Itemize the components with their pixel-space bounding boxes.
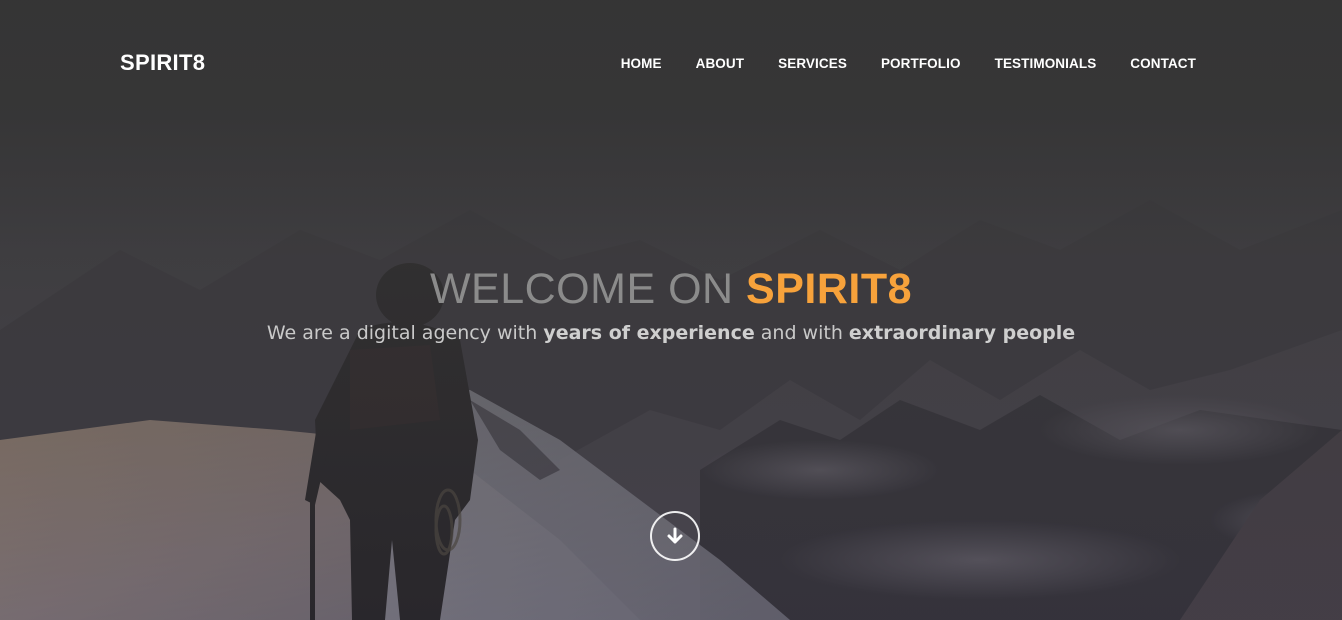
top-navbar: SPIRIT8 HOME ABOUT SERVICES PORTFOLIO TE… [0,0,1342,128]
scroll-down-button[interactable] [650,511,700,561]
subtitle-bold-2: extraordinary people [848,322,1076,344]
subtitle-bold-1: years of experience [543,322,755,344]
hero-section: SPIRIT8 HOME ABOUT SERVICES PORTFOLIO TE… [0,0,1342,620]
subtitle-text-2: and with [754,322,849,344]
nav-item-testimonials[interactable]: TESTIMONIALS [995,56,1097,71]
nav-item-about[interactable]: ABOUT [696,56,745,71]
nav-item-contact[interactable]: CONTACT [1130,56,1196,71]
arrow-down-icon [667,527,683,544]
nav-item-portfolio[interactable]: PORTFOLIO [881,56,961,71]
main-nav-menu: HOME ABOUT SERVICES PORTFOLIO TESTIMONIA… [621,56,1196,71]
brand-logo[interactable]: SPIRIT8 [120,50,205,76]
nav-item-home[interactable]: HOME [621,56,662,71]
nav-item-services[interactable]: SERVICES [778,56,847,71]
subtitle-text-1: We are a digital agency with [266,322,544,344]
headline-brand-accent: SPIRIT8 [746,265,913,313]
hero-headline: WELCOME ON SPIRIT8 [0,266,1342,312]
headline-prefix: WELCOME ON [429,265,747,313]
hero-subtitle: We are a digital agency with years of ex… [0,322,1342,344]
